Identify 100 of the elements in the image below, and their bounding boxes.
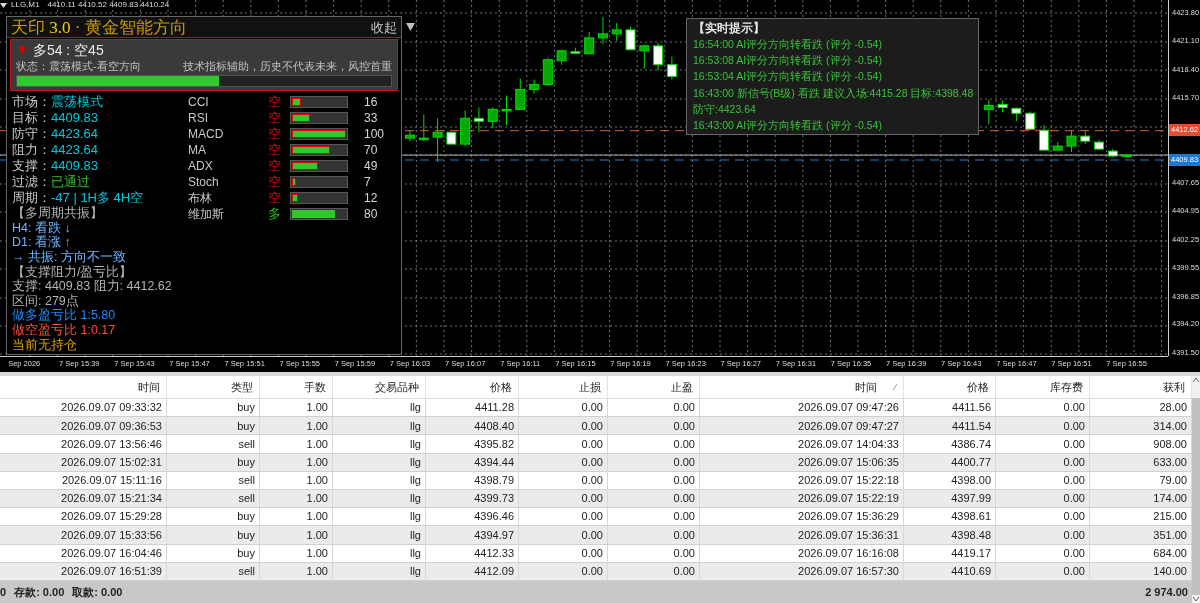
- candle: [997, 99, 1008, 113]
- table-cell: 2026.09.07 16:04:46: [0, 544, 167, 562]
- candle: [597, 16, 608, 45]
- candle: [501, 95, 512, 126]
- table-cell: 0.00: [519, 453, 608, 471]
- scrollbar[interactable]: [1192, 376, 1200, 603]
- scroll-down-icon[interactable]: [1192, 595, 1200, 603]
- indicator-direction: 空: [268, 189, 282, 207]
- indicator-value: 70: [364, 142, 378, 159]
- table-cell: 4400.77: [904, 453, 996, 471]
- note-line: 当前无持仓: [12, 337, 77, 352]
- indicator-direction: 空: [268, 93, 282, 111]
- table-cell: llg: [333, 471, 426, 489]
- table-cell: 1.00: [260, 417, 333, 435]
- indicator-name: MA: [188, 142, 207, 159]
- table-cell: 4398.79: [426, 471, 519, 489]
- alerts-title: 【实时提示】: [693, 20, 766, 36]
- indicator-value: 7: [364, 174, 371, 191]
- alert-line: 16:54:00 AI评分方向转看跌 (评分 -0.54): [693, 37, 883, 52]
- deposit-text: 存款: 0.00: [14, 584, 65, 600]
- table-cell: 1.00: [260, 435, 333, 453]
- table-cell: 0.00: [519, 489, 608, 508]
- note-line: 做多盈亏比 1:5.80: [12, 308, 116, 323]
- indicator-value: 33: [364, 110, 378, 127]
- balance-text: 0: [0, 584, 7, 600]
- candle: [983, 98, 994, 125]
- info-value: 4409.83: [51, 109, 98, 128]
- table-cell: 4410.69: [904, 562, 996, 580]
- table-cell: 0.00: [519, 544, 608, 562]
- indicator-value: 49: [364, 158, 378, 175]
- dropdown-icon[interactable]: [0, 2, 7, 8]
- table-cell: 2026.09.07 15:22:18: [700, 471, 904, 489]
- info-value: 4423.64: [51, 125, 98, 144]
- table-cell: llg: [333, 435, 426, 453]
- indicator-direction: 空: [268, 173, 282, 191]
- table-cell: sell: [167, 435, 260, 453]
- indicator-name: 布林: [188, 190, 213, 207]
- collapse-button[interactable]: 收起: [371, 20, 397, 34]
- table-cell: 4411.56: [904, 399, 996, 417]
- info-label: 防守：: [12, 125, 51, 143]
- down-arrow: ▼: [16, 41, 29, 60]
- candle: [666, 56, 677, 81]
- table-cell: 0.00: [608, 562, 700, 580]
- candle: [625, 26, 636, 51]
- table-cell: 0.00: [996, 526, 1090, 544]
- disclaimer-text: 技术指标辅助，历史不代表未来，风控首重: [183, 58, 392, 74]
- note-line: → 共振: 方向不一致: [12, 250, 126, 265]
- table-cell: 4398.00: [904, 471, 996, 489]
- info-label: 周期：: [12, 189, 51, 206]
- table-cell: 2026.09.07 15:11:16: [0, 471, 167, 489]
- table-cell: 0.00: [608, 508, 700, 526]
- indicator-name: 维加斯: [188, 206, 225, 223]
- table-cell: 2026.09.07 14:04:33: [700, 435, 904, 453]
- note-line: 【支撑阻力/盈亏比】: [12, 264, 133, 279]
- table-cell: llg: [333, 399, 426, 417]
- info-label: 支撑：: [12, 157, 51, 175]
- scroll-up-icon[interactable]: [1192, 376, 1200, 384]
- candle: [556, 49, 567, 66]
- table-cell: buy: [167, 544, 260, 562]
- table-cell: 4411.28: [426, 399, 519, 417]
- table-cell: 0.00: [996, 471, 1090, 489]
- candle: [1094, 139, 1105, 151]
- table-cell: 2026.09.07 15:36:31: [700, 526, 904, 544]
- table-cell: 0.00: [608, 399, 700, 417]
- candle: [432, 117, 443, 163]
- indicator-name: RSI: [188, 110, 209, 127]
- table-cell: 0.00: [996, 435, 1090, 453]
- indicator-direction: 空: [268, 157, 282, 175]
- info-label: 阻力：: [12, 141, 51, 159]
- chart-symbol: LLG,M1: [11, 1, 40, 9]
- candle: [487, 106, 498, 129]
- table-cell: 2026.09.07 13:56:46: [0, 435, 167, 453]
- sort-icon: [893, 384, 897, 390]
- table-cell: 2026.09.07 16:51:39: [0, 562, 167, 580]
- candle: [529, 79, 540, 94]
- candle: [653, 42, 664, 72]
- table-cell: llg: [333, 508, 426, 526]
- table-cell: 1.00: [260, 471, 333, 489]
- candle: [473, 106, 484, 133]
- table-cell: 0.00: [996, 417, 1090, 435]
- table-cell: 2026.09.07 16:57:30: [700, 562, 904, 580]
- candle: [611, 22, 622, 42]
- table-cell: 0.00: [608, 417, 700, 435]
- table-cell: 4386.74: [904, 435, 996, 453]
- panel-title: 天印 3.0 · 黄金智能方向: [11, 18, 187, 36]
- indicator-direction: 空: [268, 141, 282, 159]
- info-label: 市场：: [12, 93, 51, 111]
- table-cell: 4408.40: [426, 417, 519, 435]
- candle: [1066, 129, 1077, 153]
- table-cell: 0.00: [996, 453, 1090, 471]
- alert-line: 防守:4423.64: [693, 101, 757, 117]
- collapse-triangle-icon[interactable]: [406, 23, 415, 31]
- table-cell: 0.00: [519, 508, 608, 526]
- table-cell: 2026.09.07 09:47:27: [700, 417, 904, 435]
- indicator-value: 12: [364, 190, 378, 207]
- table-cell: buy: [167, 453, 260, 471]
- table-cell: 4419.17: [904, 544, 996, 562]
- candle: [446, 131, 457, 145]
- table-cell: 0.00: [996, 562, 1090, 580]
- table-cell: 1.00: [260, 399, 333, 417]
